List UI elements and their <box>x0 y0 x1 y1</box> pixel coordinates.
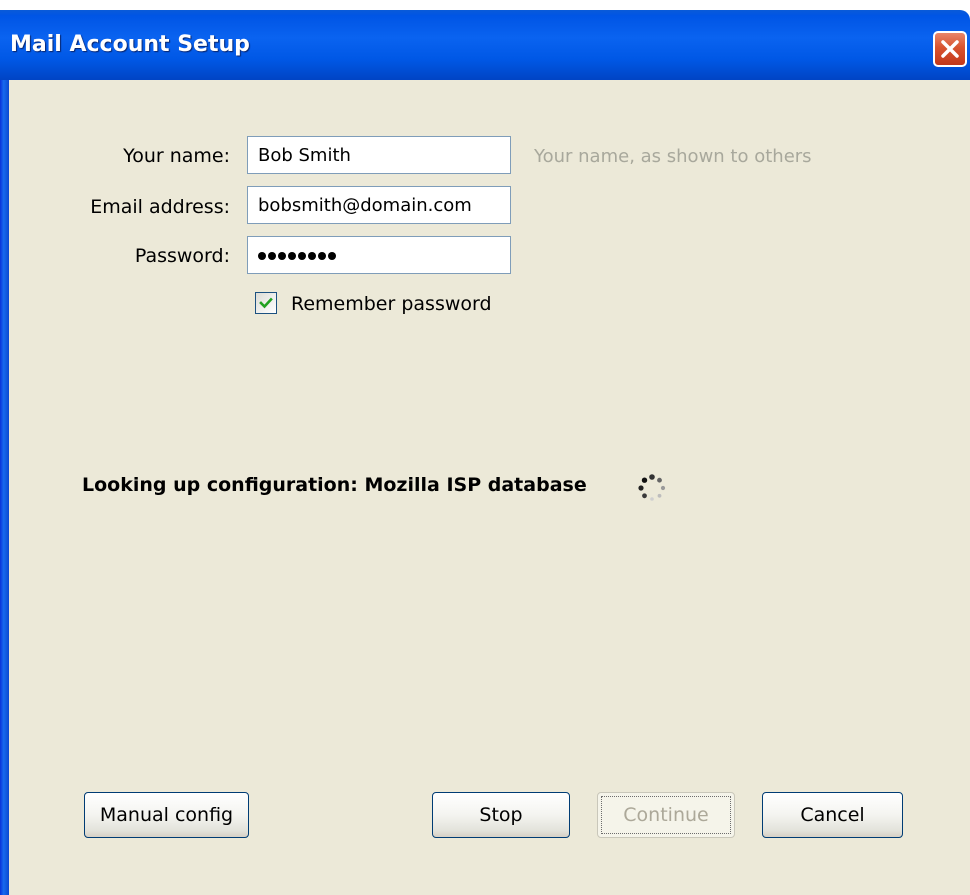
password-dot <box>278 252 286 260</box>
loading-spinner-icon <box>638 474 666 501</box>
mail-account-setup-dialog: Mail Account Setup Your name: Bob Smith … <box>0 0 970 895</box>
email-input[interactable]: bobsmith@domain.com <box>247 186 511 224</box>
name-input[interactable]: Bob Smith <box>247 136 511 174</box>
remember-password-label[interactable]: Remember password <box>291 293 492 315</box>
password-label: Password: <box>134 245 230 267</box>
window-frame-left <box>0 80 9 895</box>
password-dot <box>268 252 276 260</box>
password-dot <box>258 252 266 260</box>
window-title: Mail Account Setup <box>10 32 250 57</box>
password-dot <box>288 252 296 260</box>
checkmark-icon <box>259 297 273 309</box>
password-dot <box>298 252 306 260</box>
email-label: Email address: <box>90 196 230 218</box>
title-bar[interactable]: Mail Account Setup <box>0 10 970 80</box>
name-label: Your name: <box>123 145 230 167</box>
cancel-button[interactable]: Cancel <box>762 792 903 838</box>
status-text: Looking up configuration: Mozilla ISP da… <box>82 474 587 496</box>
stop-button[interactable]: Stop <box>432 792 570 838</box>
password-mask <box>258 245 338 266</box>
password-dot <box>308 252 316 260</box>
continue-button[interactable]: Continue <box>597 792 735 838</box>
password-input[interactable] <box>247 236 511 274</box>
close-button[interactable] <box>933 31 967 67</box>
manual-config-button[interactable]: Manual config <box>84 792 249 838</box>
email-input-value: bobsmith@domain.com <box>258 195 472 216</box>
name-input-value: Bob Smith <box>258 145 351 166</box>
close-icon <box>941 40 959 58</box>
remember-password-checkbox[interactable] <box>255 292 277 314</box>
password-dot <box>318 252 326 260</box>
password-dot <box>328 252 336 260</box>
name-hint: Your name, as shown to others <box>534 146 812 167</box>
